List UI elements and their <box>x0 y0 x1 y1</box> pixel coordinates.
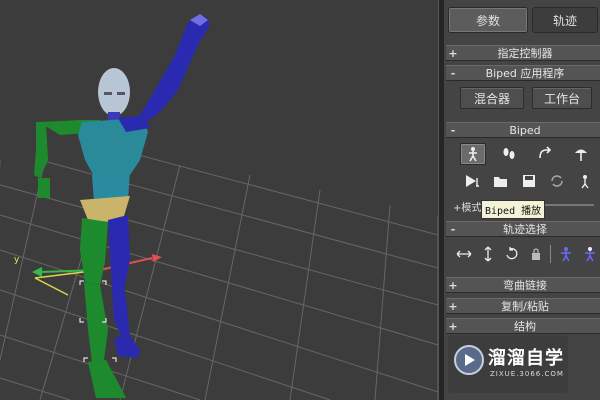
biped-playback-icon <box>466 175 479 187</box>
convert-button[interactable] <box>544 170 570 192</box>
rollout-structure[interactable]: + 结构 <box>446 318 600 334</box>
tooltip: Biped 播放 <box>481 200 546 219</box>
rollout-track-selection[interactable]: - 轨迹选择 <box>446 221 600 237</box>
mixer-mode-button[interactable] <box>568 143 594 165</box>
rollout-label: Biped <box>509 123 541 137</box>
rollout-biped-apps[interactable]: - Biped 应用程序 <box>446 65 600 81</box>
expand-icon: + <box>448 299 458 313</box>
biped-playback-button[interactable] <box>460 170 486 192</box>
save-file-icon <box>523 175 535 187</box>
footstep-mode-icon <box>503 148 515 159</box>
perspective-viewport[interactable]: y <box>0 0 438 400</box>
motion-flow-button[interactable] <box>532 143 558 165</box>
move-all-button[interactable] <box>572 170 598 192</box>
collapse-icon: - <box>450 66 456 80</box>
watermark-url: ZIXUE.3066.COM <box>490 370 564 378</box>
load-file-button[interactable] <box>488 170 514 192</box>
convert-icon <box>551 175 563 187</box>
watermark-logo-icon <box>454 345 484 375</box>
mixer-mode-icon <box>575 149 587 161</box>
divider <box>550 245 551 263</box>
rollout-biped[interactable]: - Biped <box>446 122 600 138</box>
watermark: 溜溜自学 ZIXUE.3066.COM <box>448 335 568 393</box>
rollout-label: 指定控制器 <box>497 47 553 60</box>
collapse-icon: - <box>450 123 456 137</box>
move-all-icon <box>581 175 589 189</box>
footstep-mode-button[interactable] <box>496 143 522 165</box>
figure-mode-button[interactable] <box>460 143 486 165</box>
body-vertical-icon <box>484 246 492 262</box>
body-rotation-icon <box>506 247 518 260</box>
mixer-button[interactable]: 混合器 <box>460 87 524 109</box>
collapse-icon: - <box>450 222 456 236</box>
opposite-icon <box>585 247 595 262</box>
rollout-assign-controller[interactable]: + 指定控制器 <box>446 45 600 61</box>
rollout-copy-paste[interactable]: + 复制/粘贴 <box>446 298 600 314</box>
body-vertical-button[interactable] <box>478 243 498 265</box>
watermark-title: 溜溜自学 <box>488 348 564 369</box>
save-file-button[interactable] <box>516 170 542 192</box>
load-file-icon <box>494 177 507 187</box>
rollout-label: 弯曲链接 <box>503 279 547 292</box>
tab-motion[interactable]: 轨迹 <box>532 7 598 33</box>
body-horizontal-button[interactable] <box>454 243 474 265</box>
expand-icon: + <box>448 278 458 292</box>
rollout-label: 轨迹选择 <box>503 223 547 236</box>
tab-parameters[interactable]: 参数 <box>448 7 528 33</box>
rollout-label: 结构 <box>514 320 536 333</box>
biped-figure[interactable] <box>34 14 210 398</box>
opposite-button[interactable] <box>580 243 600 265</box>
workbench-button[interactable]: 工作台 <box>532 87 592 109</box>
scene-canvas[interactable]: y <box>0 0 438 400</box>
symmetrical-button[interactable] <box>556 243 576 265</box>
figure-mode-icon <box>469 147 477 162</box>
rollout-bend-links[interactable]: + 弯曲链接 <box>446 277 600 293</box>
body-horizontal-icon <box>456 250 472 258</box>
rollout-label: Biped 应用程序 <box>485 67 565 80</box>
symmetrical-icon <box>561 247 571 262</box>
rollout-label: 复制/粘贴 <box>501 300 549 313</box>
body-rotation-button[interactable] <box>502 243 522 265</box>
expand-icon: + <box>448 46 458 60</box>
mode-label[interactable]: +模式 <box>453 199 481 214</box>
svg-text:y: y <box>14 255 20 265</box>
expand-icon: + <box>448 319 458 333</box>
lock-cog-icon <box>532 248 540 260</box>
lock-cog-button[interactable] <box>526 243 546 265</box>
motion-flow-icon <box>539 146 552 159</box>
ground-grid <box>0 149 438 400</box>
